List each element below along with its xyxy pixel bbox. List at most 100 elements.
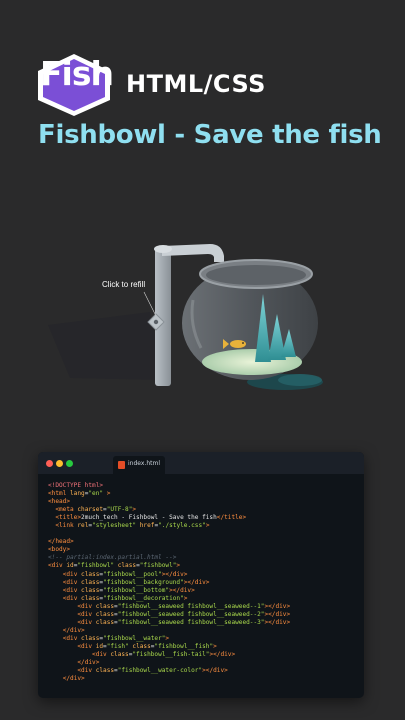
code-line: <div class="fishbowl__background"></div> — [48, 579, 358, 587]
code-token: > — [205, 522, 210, 530]
tab-index-html[interactable]: index.html — [113, 456, 165, 474]
logo-text: Fish — [40, 54, 114, 93]
code-token: "fishbowl" — [77, 562, 115, 570]
code-token: class — [81, 570, 100, 578]
code-token: <div — [62, 578, 82, 586]
pipe-shadow — [48, 312, 165, 380]
refill-label: Click to refill — [102, 280, 146, 289]
code-token: "stylesheet" — [92, 522, 137, 530]
code-line: <head> — [48, 498, 358, 506]
code-token: <head> — [48, 498, 71, 506]
code-token: </div> — [77, 659, 100, 667]
code-line: </div> — [48, 675, 358, 683]
code-line: <div class="fishbowl__bottom"></div> — [48, 587, 358, 595]
code-token: "./style.css" — [158, 522, 206, 530]
code-token: charset — [77, 506, 104, 514]
code-token: ></div> — [264, 602, 291, 610]
code-token: id — [66, 562, 74, 570]
code-line: <div id="fishbowl" class="fishbowl"> — [48, 562, 358, 570]
code-token: 2much_tech - Fishbowl - Save the fish — [81, 514, 217, 522]
code-content: <!DOCTYPE html> <html lang="en" > <head> <… — [48, 482, 358, 683]
code-token: "en" — [88, 490, 104, 498]
editor-title-bar: index.html — [38, 452, 364, 474]
tab-label: index.html — [128, 460, 160, 467]
code-token: id — [95, 642, 104, 650]
code-token: <title> — [55, 514, 82, 522]
code-token: <html — [48, 490, 71, 498]
code-token: href — [139, 522, 155, 530]
code-line: <link rel="stylesheet" href="./style.css… — [48, 522, 358, 530]
code-token: ></div> — [183, 578, 210, 586]
code-token: > — [103, 490, 111, 498]
code-token: "fishbowl__seaweed fishbowl__seaweed--2" — [117, 610, 265, 618]
code-token: <div — [77, 642, 96, 650]
code-token: ></div> — [202, 667, 228, 675]
code-token: "fishbowl__fish" — [154, 642, 214, 650]
close-window-icon[interactable] — [46, 460, 53, 467]
code-token: </div> — [62, 675, 85, 683]
code-token: > — [176, 562, 181, 570]
code-line: <title>2much_tech - Fishbowl - Save the … — [48, 514, 358, 522]
code-token: <div — [62, 586, 82, 594]
code-token: <div — [48, 562, 67, 570]
code-token: <div — [62, 594, 82, 602]
code-line: <html lang="en" > — [48, 490, 358, 498]
code-token: > — [165, 634, 170, 642]
code-token: <div — [77, 602, 96, 610]
code-token: <!DOCTYPE html> — [48, 482, 104, 489]
code-token: </head> — [48, 538, 74, 546]
code-token: > — [213, 642, 217, 650]
code-token: class — [117, 562, 137, 570]
code-line: <div id="fish" class="fishbowl__fish"> — [48, 643, 358, 651]
code-token: class — [132, 642, 151, 650]
code-token: <div — [62, 570, 82, 578]
code-token: > — [183, 594, 188, 602]
code-token: > — [132, 506, 137, 514]
maximize-window-icon[interactable] — [66, 460, 73, 467]
code-token: "fishbowl__background" — [103, 578, 184, 586]
code-token: </div> — [62, 626, 85, 634]
code-token: class — [95, 667, 115, 675]
code-token: <div — [77, 667, 96, 675]
code-token: "fishbowl__water" — [103, 634, 166, 642]
shadow-spot — [278, 374, 322, 386]
code-token: <!-- partial:index.partial.html --> — [48, 554, 177, 562]
code-token: ></div> — [264, 610, 291, 618]
code-token: "UTF-8" — [106, 506, 133, 514]
code-token: <div — [77, 610, 96, 618]
code-line: <meta charset="UTF-8"> — [48, 506, 358, 514]
minimize-window-icon[interactable] — [56, 460, 63, 467]
code-token: "fish" — [106, 642, 129, 650]
code-token: class — [81, 594, 100, 602]
code-token: class — [95, 610, 115, 618]
fishbowl-illustration[interactable] — [0, 230, 405, 430]
code-token: class — [110, 650, 129, 658]
logo-subtitle: HTML/CSS — [126, 70, 266, 98]
code-token: rel — [77, 522, 89, 530]
code-token: <body> — [48, 546, 71, 554]
code-token: "fishbowl__decoration" — [103, 594, 184, 602]
code-token: ></div> — [161, 570, 188, 578]
code-line: <div class="fishbowl__water"> — [48, 635, 358, 643]
code-line: <div class="fishbowl__decoration"> — [48, 595, 358, 603]
code-token: <link — [55, 522, 78, 530]
code-line: </div> — [48, 627, 358, 635]
code-line: <div class="fishbowl__pool"></div> — [48, 571, 358, 579]
code-line: <div class="fishbowl__fish-tail"></div> — [48, 651, 358, 659]
code-line: <div class="fishbowl__water-color"></div… — [48, 667, 358, 675]
code-editor-window: index.html <!DOCTYPE html> <html lang="en… — [38, 452, 364, 698]
